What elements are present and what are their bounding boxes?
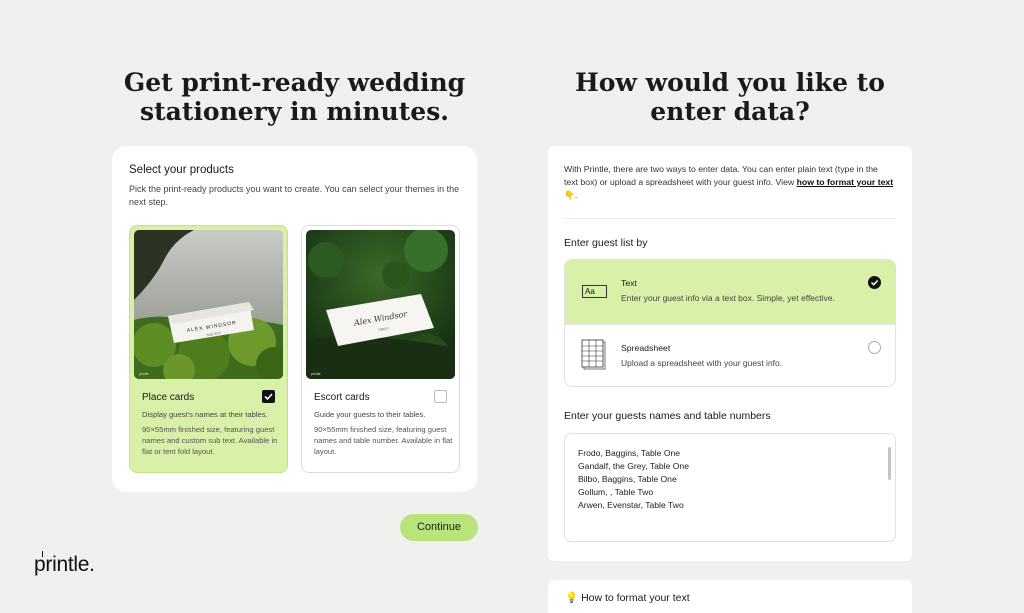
option-spreadsheet[interactable]: Spreadsheet Upload a spreadsheet with yo… [565,324,895,386]
guest-line: Arwen, Evenstar, Table Two [578,500,684,510]
escort-cards-checkbox[interactable] [434,390,447,403]
guests-input-title: Enter your guests names and table number… [564,410,771,422]
guest-list-lines: Frodo, Baggins, Table One Gandalf, the G… [578,447,689,512]
product-spec-place-cards: 90×55mm finished size, featuring guest n… [142,425,278,456]
page-title: Get print-ready wedding stationery in mi… [123,68,466,126]
guest-line: Gandalf, the Grey, Table One [578,461,689,471]
guest-list-by-title: Enter guest list by [564,237,648,249]
products-panel: Select your products Pick the print-read… [112,146,477,492]
guest-line: Frodo, Baggins, Table One [578,448,681,458]
printle-logo[interactable]: printle. [34,553,95,577]
product-place-cards[interactable]: ALEX WINDSOR SUB TEXT printle Place card… [129,225,288,473]
lightbulb-icon: 💡 [565,592,579,604]
intro-end: . [574,190,578,200]
check-icon [264,393,273,401]
textarea-scrollbar[interactable] [888,447,891,480]
app-frame: Get print-ready wedding stationery in mi… [0,0,1024,613]
products-subtitle: Pick the print-ready products you want t… [129,184,460,207]
pointing-down-icon: 👇 [564,190,575,200]
product-spec-escort-cards: 90×55mm finished size, featuring guest n… [314,425,453,456]
entry-method-options: Aa Text Enter your guest info via a text… [564,259,896,387]
divider [564,218,896,219]
products-title: Select your products [129,164,234,176]
guest-list-textarea[interactable]: Frodo, Baggins, Table One Gandalf, the G… [564,433,896,542]
product-desc-place-cards: Display guest’s names at their tables. [142,410,268,419]
howto-title: 💡 How to format your text [565,591,690,604]
howto-panel[interactable]: 💡 How to format your text [548,580,912,613]
data-entry-panel: With Printle, there are two ways to ente… [548,146,912,561]
guest-line: Gollum, , Table Two [578,487,654,497]
option-spreadsheet-radio[interactable] [868,341,881,354]
option-spreadsheet-title: Spreadsheet [621,343,671,353]
product-desc-escort-cards: Guide your guests to their tables. [314,410,426,419]
escort-card-brand: printle [311,372,321,376]
spreadsheet-icon [581,339,606,370]
option-text-title: Text [621,278,637,288]
place-card-brand: printle [139,372,149,376]
option-spreadsheet-desc: Upload a spreadsheet with your guest inf… [621,358,783,368]
continue-button[interactable]: Continue [400,514,478,541]
option-text[interactable]: Aa Text Enter your guest info via a text… [565,260,895,324]
data-entry-title: How would you like to enter data? [575,68,885,126]
place-card-photo: ALEX WINDSOR SUB TEXT printle [134,230,283,379]
howto-title-text: How to format your text [581,592,690,604]
format-help-link[interactable]: how to format your text [797,177,894,187]
text-aa-icon: Aa [582,285,607,298]
check-icon [870,279,879,286]
intro-text: With Printle, there are two ways to ente… [564,163,894,202]
product-escort-cards[interactable]: Alex Windsor TABLE 1 printle Escort card… [301,225,460,473]
option-text-desc: Enter your guest info via a text box. Si… [621,293,835,303]
place-cards-checkbox[interactable] [262,390,275,403]
product-name-place-cards: Place cards [142,392,195,403]
product-name-escort-cards: Escort cards [314,392,370,403]
option-text-radio[interactable] [868,276,881,289]
escort-card-photo: Alex Windsor TABLE 1 printle [306,230,455,379]
guest-line: Bilbo, Baggins, Table One [578,474,677,484]
